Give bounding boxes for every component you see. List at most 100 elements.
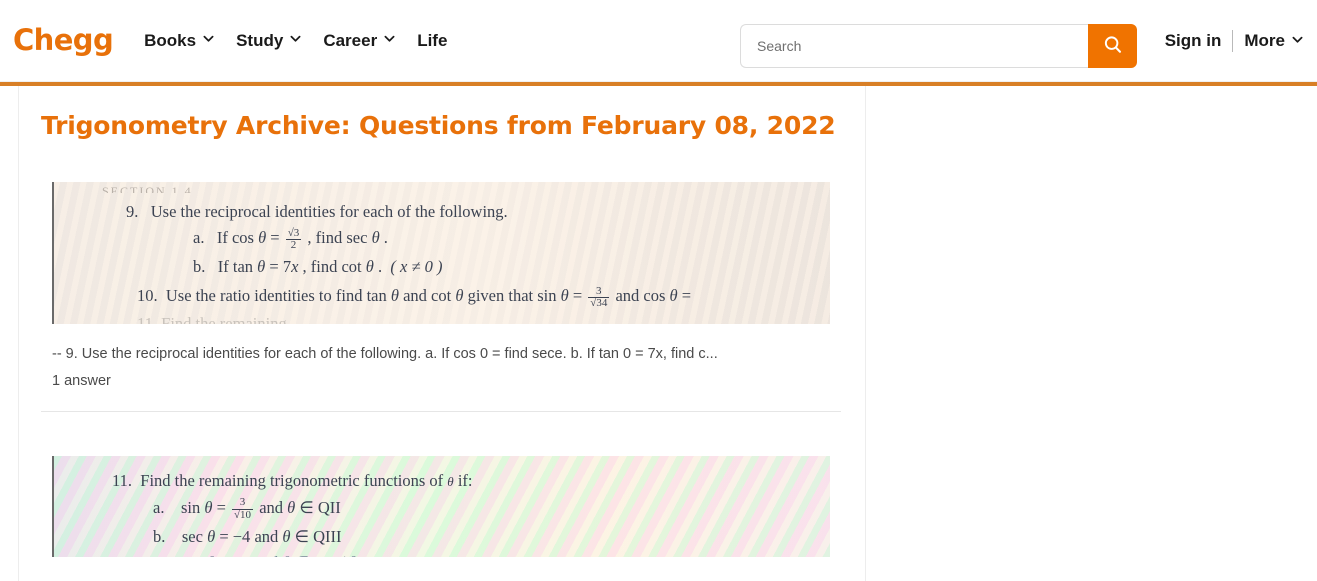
chevron-down-icon	[1292, 34, 1303, 45]
question-thumbnail-2[interactable]: 11. Find the remaining trigonometric fun…	[52, 455, 830, 557]
scan-line-11-clipped: 11. Find the remaining	[137, 314, 287, 324]
question-entry-2: 11. Find the remaining trigonometric fun…	[19, 455, 865, 557]
scan-line-11b: b. sec θ = −4 and θ ∈ QIII	[153, 526, 342, 549]
sign-in-link[interactable]: Sign in	[1165, 31, 1233, 51]
search-bar	[740, 24, 1137, 68]
page-body: Trigonometry Archive: Questions from Feb…	[0, 86, 1317, 581]
more-label: More	[1244, 31, 1285, 50]
scan-text: .	[378, 257, 383, 276]
fraction-3-over-root34: 3 √34	[588, 284, 610, 309]
search-button[interactable]	[1088, 24, 1137, 68]
theta-symbol: θ	[390, 286, 399, 305]
theta-symbol: θ	[207, 526, 216, 546]
theta-symbol: θ	[371, 228, 380, 247]
nav-item-life[interactable]: Life	[417, 31, 447, 51]
theta-symbol: θ	[257, 257, 266, 276]
nav-label-books: Books	[144, 30, 197, 50]
scan-line-number: 9.	[126, 202, 139, 221]
scan-text: Find the remaining trigonometric functio…	[140, 470, 444, 490]
nav-item-study[interactable]: Study	[236, 31, 301, 51]
scan-text: , find cot	[302, 257, 362, 276]
scan-text: cos	[181, 553, 203, 557]
equals-symbol: =	[681, 286, 692, 305]
scan-line-9b: b. If tan θ = 7x , find cot θ . ( x ≠ 0 …	[193, 256, 443, 279]
site-header: Chegg Books Study Career Life Search Sig…	[0, 0, 1317, 82]
chevron-down-icon	[203, 33, 214, 44]
scan-text: and cot	[403, 286, 452, 305]
entry-divider	[41, 410, 841, 412]
search-icon	[1102, 34, 1124, 59]
scan-text: and	[254, 553, 278, 557]
question-entry-1: SECTION 1.4 9. Use the reciprocal identi…	[19, 182, 865, 412]
scan-line-11a: a. sin θ = 3 √10 and θ ∈ QII	[153, 497, 341, 521]
search-input[interactable]	[740, 24, 1088, 68]
scan-cut-header: SECTION 1.4	[102, 184, 193, 193]
nav-item-books[interactable]: Books	[144, 31, 214, 51]
theta-symbol: θ	[258, 228, 267, 247]
theta-symbol: θ	[287, 497, 296, 517]
scan-text: = −4	[219, 526, 251, 546]
theta-symbol: θ	[669, 286, 678, 305]
account-area: Sign in More	[1165, 0, 1303, 82]
nav-label-life: Life	[417, 30, 448, 50]
chevron-down-icon	[290, 33, 301, 44]
theta-symbol: θ	[204, 497, 213, 517]
scan-text: If tan	[217, 257, 254, 276]
scan-item-label: a.	[193, 228, 205, 247]
scan-line-text: Use the reciprocal identities for each o…	[150, 202, 508, 221]
scan-item-label: b.	[153, 526, 166, 546]
scan-text: , find sec	[307, 228, 368, 247]
nav-label-study: Study	[236, 30, 284, 50]
page-title: Trigonometry Archive: Questions from Feb…	[41, 111, 836, 140]
content-card: Trigonometry Archive: Questions from Feb…	[18, 86, 866, 581]
scan-line-9: 9. Use the reciprocal identities for eac…	[126, 201, 508, 224]
primary-nav: Books Study Career Life	[144, 31, 447, 51]
theta-symbol: θ	[207, 553, 215, 557]
equals-symbol: =	[216, 497, 226, 517]
chevron-down-icon	[384, 33, 395, 44]
theta-symbol: θ	[282, 553, 290, 557]
scan-line-number: 11.	[112, 470, 133, 490]
scan-text: and cos	[615, 286, 666, 305]
question-caption-1[interactable]: -- 9. Use the reciprocal identities for …	[52, 345, 842, 365]
theta-symbol: θ	[560, 286, 569, 305]
scan-line-10: 10. Use the ratio identities to find tan…	[137, 285, 691, 309]
scan-line-number: 10.	[137, 286, 158, 305]
scan-text: and	[254, 526, 279, 546]
theta-symbol: θ	[455, 286, 464, 305]
scan-text: = 7	[269, 257, 292, 276]
equals-symbol: =	[270, 228, 280, 247]
question-thumbnail-1[interactable]: SECTION 1.4 9. Use the reciprocal identi…	[52, 182, 830, 324]
chegg-logo[interactable]: Chegg	[13, 26, 114, 55]
scan-item-label: b.	[193, 257, 206, 276]
scan-text: ∈ QII ( θ ≠	[295, 553, 371, 557]
theta-symbol: θ	[365, 257, 374, 276]
fraction-3-over-root10: 3 √10	[232, 496, 254, 521]
scan-text: Use the ratio identities to find tan	[165, 286, 387, 305]
scan-text: given that sin	[467, 286, 557, 305]
scan-text: If cos	[216, 228, 254, 247]
scan-line-11: 11. Find the remaining trigonometric fun…	[112, 470, 472, 493]
more-menu[interactable]: More	[1233, 31, 1303, 51]
scan-item-label: c.	[153, 553, 164, 557]
scan-line-9a: a. If cos θ = √3 2 , find sec θ .	[193, 227, 388, 251]
scan-text: sin	[180, 497, 201, 517]
scan-text: if:	[457, 470, 473, 490]
equals-symbol: =	[572, 286, 583, 305]
scan-text: sec	[181, 526, 203, 546]
scan-text: .	[383, 228, 388, 247]
scan-condition: ( x ≠ 0 )	[390, 257, 443, 276]
nav-label-career: Career	[323, 30, 378, 50]
fraction-root3-over-2: √3 2	[285, 226, 302, 251]
scan-text: ∈ QIII	[294, 526, 342, 546]
nav-item-career[interactable]: Career	[323, 31, 395, 51]
theta-symbol: θ	[447, 473, 454, 489]
answer-count-1: 1 answer	[52, 372, 111, 389]
scan-text: and	[259, 497, 284, 517]
scan-text: = −1	[219, 553, 250, 557]
variable-x: x	[291, 257, 299, 276]
scan-line-11c-clipped: c. cos θ = −1 and θ ∈ QII ( θ ≠	[153, 552, 371, 557]
scan-item-label: a.	[153, 497, 165, 517]
theta-symbol: θ	[282, 526, 291, 546]
scan-text: ∈ QII	[299, 497, 341, 517]
